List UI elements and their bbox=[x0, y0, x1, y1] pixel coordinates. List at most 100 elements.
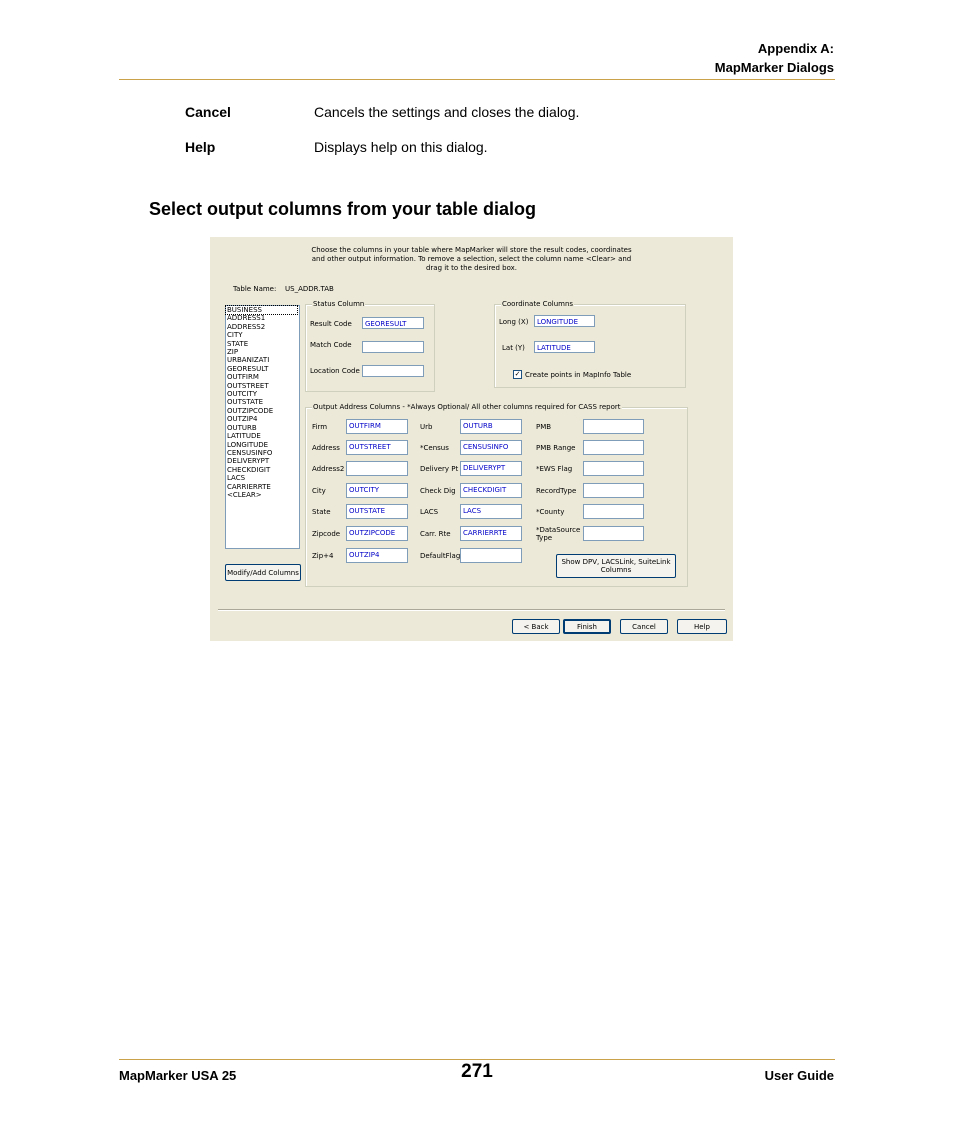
output-field-input[interactable] bbox=[583, 419, 644, 434]
output-field-input[interactable]: OUTFIRM bbox=[346, 419, 408, 434]
section-title: Select output columns from your table di… bbox=[149, 199, 537, 219]
status-group-legend: Status Column bbox=[312, 300, 366, 308]
output-field-label: DefaultFlag bbox=[420, 552, 461, 560]
column-list-item[interactable]: OUTSTATE bbox=[226, 398, 299, 406]
header-rule bbox=[119, 79, 835, 80]
long-x-field[interactable]: LONGITUDE bbox=[534, 315, 595, 327]
column-list-item[interactable]: CENSUSINFO bbox=[226, 449, 299, 457]
output-field-label: Zip+4 bbox=[312, 552, 334, 560]
column-list-item[interactable]: LATITUDE bbox=[226, 432, 299, 440]
column-list-item[interactable]: ADDRESS2 bbox=[226, 323, 299, 331]
output-field-input[interactable]: OUTSTATE bbox=[346, 504, 408, 519]
table-name-value: US_ADDR.TAB bbox=[285, 285, 334, 293]
column-list-item[interactable]: ZIP bbox=[226, 348, 299, 356]
modify-add-columns-button[interactable]: Modify/Add Columns bbox=[225, 564, 301, 581]
create-points-label: Create points in MapInfo Table bbox=[525, 371, 632, 379]
output-field-label: *Census bbox=[420, 444, 449, 452]
output-field-input[interactable]: OUTURB bbox=[460, 419, 522, 434]
show-dpv-line-1: Show DPV, LACSLink, SuiteLink bbox=[561, 558, 671, 566]
column-list-item[interactable]: LACS bbox=[226, 474, 299, 482]
output-field-input[interactable] bbox=[583, 526, 644, 541]
output-field-label: Carr. Rte bbox=[420, 530, 451, 538]
dialog-cancel-button[interactable]: Cancel bbox=[620, 619, 668, 634]
location-code-label: Location Code bbox=[310, 367, 360, 375]
output-field-input[interactable]: OUTZIP4 bbox=[346, 548, 408, 563]
column-list-item[interactable]: ADDRESS1 bbox=[226, 314, 299, 322]
dialog-help-button[interactable]: Help bbox=[677, 619, 727, 634]
output-field-label: PMB bbox=[536, 423, 552, 431]
output-field-input[interactable] bbox=[583, 504, 644, 519]
output-field-label: State bbox=[312, 508, 331, 516]
columns-listbox[interactable]: BUSINESS ADDRESS1 ADDRESS2 CITY STATE ZIP URBA… bbox=[225, 304, 300, 549]
column-list-item[interactable]: OUTURB bbox=[226, 424, 299, 432]
output-field-input[interactable] bbox=[460, 548, 522, 563]
column-list-item[interactable]: GEORESULT bbox=[226, 365, 299, 373]
output-field-label: *DataSource Type bbox=[536, 526, 581, 542]
desc-help: Displays help on this dialog. bbox=[314, 139, 488, 155]
header-appendix: Appendix A: bbox=[757, 41, 834, 56]
output-field-input[interactable]: DELIVERYPT bbox=[460, 461, 522, 476]
column-list-item[interactable]: OUTSTREET bbox=[226, 382, 299, 390]
output-group-legend: Output Address Columns - *Always Optiona… bbox=[312, 403, 622, 411]
output-field-label: Delivery Pt bbox=[420, 465, 459, 473]
footer-rule bbox=[119, 1059, 835, 1060]
footer-product: MapMarker USA 25 bbox=[119, 1068, 237, 1083]
output-field-label: City bbox=[312, 487, 326, 495]
output-field-input[interactable]: CENSUSINFO bbox=[460, 440, 522, 455]
output-field-input[interactable]: LACS bbox=[460, 504, 522, 519]
output-field-input[interactable] bbox=[583, 461, 644, 476]
output-field-label: Address2 bbox=[312, 465, 345, 473]
match-code-field[interactable] bbox=[362, 341, 424, 353]
header-chapter: MapMarker Dialogs bbox=[714, 60, 834, 75]
column-list-item[interactable]: OUTZIP4 bbox=[226, 415, 299, 423]
column-list-item[interactable]: CITY bbox=[226, 331, 299, 339]
output-field-label: *EWS Flag bbox=[536, 465, 573, 473]
coord-group-legend: Coordinate Columns bbox=[501, 300, 575, 308]
column-list-item[interactable]: STATE bbox=[226, 340, 299, 348]
output-field-label: Address bbox=[312, 444, 340, 452]
column-list-item[interactable]: BUSINESS bbox=[225, 304, 298, 316]
output-field-input[interactable] bbox=[346, 461, 408, 476]
dialog-separator bbox=[218, 609, 725, 610]
column-list-item[interactable]: CARRIERRTE bbox=[226, 483, 299, 491]
column-list-item[interactable]: URBANIZATI bbox=[226, 356, 299, 364]
column-list-item[interactable]: OUTZIPCODE bbox=[226, 407, 299, 415]
show-dpv-columns-button[interactable]: Show DPV, LACSLink, SuiteLink Columns bbox=[556, 554, 676, 578]
output-field-input[interactable]: CARRIERRTE bbox=[460, 526, 522, 541]
table-name-label: Table Name: bbox=[233, 285, 277, 293]
location-code-field[interactable] bbox=[362, 365, 424, 377]
output-field-input[interactable]: OUTCITY bbox=[346, 483, 408, 498]
intro-line-2: and other output information. To remove … bbox=[311, 255, 632, 263]
output-field-input[interactable] bbox=[583, 483, 644, 498]
create-points-checkbox[interactable]: ✓ bbox=[513, 370, 522, 379]
column-list-item[interactable]: <CLEAR> bbox=[226, 491, 299, 499]
intro-line-3: drag it to the desired box. bbox=[425, 264, 518, 272]
output-field-input[interactable]: OUTZIPCODE bbox=[346, 526, 408, 541]
long-x-label: Long (X) bbox=[499, 318, 529, 326]
lat-y-label: Lat (Y) bbox=[502, 344, 525, 352]
output-field-input[interactable] bbox=[583, 440, 644, 455]
lat-y-field[interactable]: LATITUDE bbox=[534, 341, 595, 353]
output-field-label: Firm bbox=[312, 423, 328, 431]
output-field-label: PMB Range bbox=[536, 444, 576, 452]
output-field-label: LACS bbox=[420, 508, 439, 516]
column-list-item[interactable]: OUTFIRM bbox=[226, 373, 299, 381]
finish-button[interactable]: Finish bbox=[563, 619, 611, 634]
page-number: 271 bbox=[461, 1061, 493, 1082]
back-button[interactable]: < Back bbox=[512, 619, 560, 634]
output-field-label: RecordType bbox=[536, 487, 577, 495]
column-list-item[interactable]: OUTCITY bbox=[226, 390, 299, 398]
intro-line-1: Choose the columns in your table where M… bbox=[311, 246, 632, 254]
output-field-label: Urb bbox=[420, 423, 433, 431]
output-field-input[interactable]: OUTSTREET bbox=[346, 440, 408, 455]
result-code-field[interactable]: GEORESULT bbox=[362, 317, 424, 329]
output-field-label: Check Dig bbox=[420, 487, 456, 495]
result-code-label: Result Code bbox=[310, 320, 352, 328]
show-dpv-line-2: Columns bbox=[600, 566, 632, 574]
term-cancel: Cancel bbox=[185, 104, 231, 120]
column-list-item[interactable]: DELIVERYPT bbox=[226, 457, 299, 465]
column-list-item[interactable]: LONGITUDE bbox=[226, 441, 299, 449]
output-field-input[interactable]: CHECKDIGIT bbox=[460, 483, 522, 498]
output-columns-dialog: Choose the columns in your table where M… bbox=[210, 237, 733, 641]
column-list-item[interactable]: CHECKDIGIT bbox=[226, 466, 299, 474]
